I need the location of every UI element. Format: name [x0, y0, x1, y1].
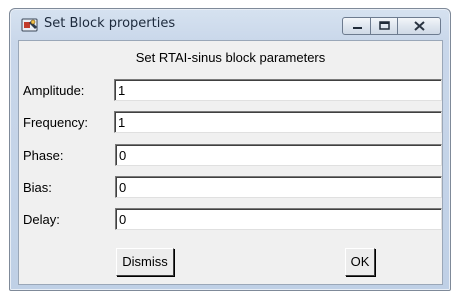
maximize-button[interactable]: [371, 17, 398, 35]
dialog-subtitle: Set RTAI-sinus block parameters: [135, 50, 326, 65]
minimize-button[interactable]: [342, 17, 371, 35]
amplitude-label: Amplitude:: [23, 83, 85, 98]
window-title: Set Block properties: [44, 16, 176, 31]
delay-input[interactable]: 0: [115, 208, 442, 230]
dialog-body: Set RTAI-sinus block parameters Amplitud…: [18, 40, 443, 285]
dismiss-button[interactable]: Dismiss: [116, 248, 174, 276]
ok-button[interactable]: OK: [345, 248, 375, 276]
close-icon: [414, 21, 425, 31]
delay-label: Delay:: [23, 212, 60, 227]
close-button[interactable]: [398, 17, 441, 35]
app-settings-icon: [21, 17, 39, 33]
bias-label: Bias:: [23, 180, 52, 195]
maximize-icon: [379, 21, 390, 30]
frequency-input[interactable]: 1: [114, 111, 442, 133]
minimize-icon: [353, 27, 362, 29]
amplitude-input[interactable]: 1: [114, 79, 442, 101]
frequency-label: Frequency:: [23, 115, 89, 130]
dialog-window: Set Block properties Set RTAI-sinus bloc…: [9, 8, 451, 291]
bias-input[interactable]: 0: [115, 176, 442, 198]
phase-input[interactable]: 0: [115, 144, 442, 166]
phase-label: Phase:: [23, 148, 64, 163]
title-bar[interactable]: Set Block properties: [10, 9, 450, 39]
